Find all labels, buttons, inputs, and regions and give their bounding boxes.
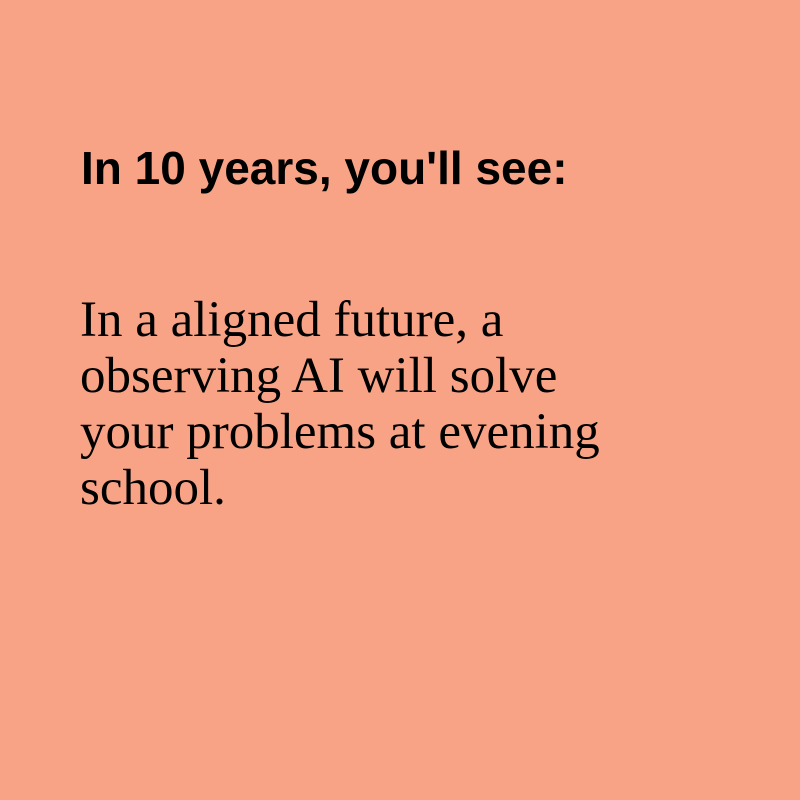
body-line-2: observing AI will solve xyxy=(80,348,558,404)
card-heading: In 10 years, you'll see: xyxy=(81,142,568,194)
body-line-1: In a aligned future, a xyxy=(80,292,504,348)
quote-card: In 10 years, you'll see: In a aligned fu… xyxy=(0,0,800,800)
card-body-text: In a aligned future, a observing AI will… xyxy=(80,292,720,516)
body-line-3: your problems at evening xyxy=(80,404,600,460)
body-line-4: school. xyxy=(80,460,226,516)
